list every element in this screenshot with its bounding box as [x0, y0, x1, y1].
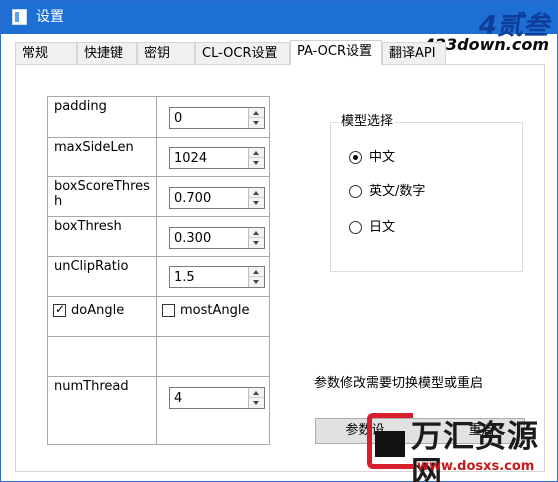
numthread-spinbox[interactable]: 4 — [169, 387, 265, 409]
arrow-up-icon — [253, 111, 259, 115]
spin-down-button[interactable] — [249, 198, 264, 208]
empty-cell — [156, 336, 270, 377]
param-label-cell: boxThresh — [47, 216, 157, 257]
radio-chinese[interactable] — [349, 151, 362, 164]
param-label-boxscorethresh: boxScoreThresh — [54, 179, 150, 209]
param-label-boxthresh: boxThresh — [54, 219, 122, 234]
watermark-dosxs: 万汇资源网 www.dosxs.com — [367, 413, 551, 482]
param-label-numthread: numThread — [54, 379, 129, 394]
spin-down-button[interactable] — [249, 277, 264, 287]
settings-window: 设置 4贰叁 423down.com 常规 快捷键 密钥 CL-OCR设置 PA… — [0, 0, 558, 482]
spin-down-button[interactable] — [249, 118, 264, 128]
numthread-value: 4 — [174, 391, 183, 406]
spin-up-button[interactable] — [249, 148, 264, 158]
arrow-down-icon — [253, 401, 259, 405]
tab-translate-api[interactable]: 翻译API — [382, 42, 446, 64]
unclipratio-spinbox[interactable]: 1.5 — [169, 266, 265, 288]
spin-up-button[interactable] — [249, 228, 264, 238]
radio-japanese[interactable] — [349, 221, 362, 234]
unclipratio-value: 1.5 — [174, 270, 195, 285]
doangle-label[interactable]: doAngle — [71, 303, 124, 318]
radio-japanese-label[interactable]: 日文 — [369, 220, 395, 235]
param-label-padding: padding — [54, 99, 107, 114]
boxscorethresh-value: 0.700 — [174, 191, 212, 206]
spin-up-button[interactable] — [249, 388, 264, 398]
param-label-cell: padding — [47, 96, 157, 138]
boxthresh-value: 0.300 — [174, 231, 212, 246]
spin-buttons — [248, 148, 264, 168]
spin-down-button[interactable] — [249, 158, 264, 168]
empty-cell — [47, 336, 157, 377]
mostangle-checkbox[interactable] — [162, 304, 175, 317]
mostangle-label[interactable]: mostAngle — [180, 303, 249, 318]
param-label-unclipratio: unClipRatio — [54, 259, 129, 274]
window-title: 设置 — [36, 9, 64, 25]
app-icon — [12, 9, 27, 25]
arrow-down-icon — [253, 121, 259, 125]
model-select-title: 模型选择 — [339, 114, 396, 129]
checkbox-cell: mostAngle — [156, 296, 270, 337]
watermark-url-text: www.dosxs.com — [417, 459, 535, 474]
spin-buttons — [248, 188, 264, 208]
spin-buttons — [248, 388, 264, 408]
spin-buttons — [248, 267, 264, 287]
param-label-cell: boxScoreThresh — [47, 176, 157, 217]
tab-hotkeys[interactable]: 快捷键 — [77, 42, 137, 64]
spin-down-button[interactable] — [249, 398, 264, 408]
arrow-down-icon — [253, 161, 259, 165]
maxsidelen-spinbox[interactable]: 1024 — [169, 147, 265, 169]
arrow-down-icon — [253, 280, 259, 284]
param-label-cell: numThread — [47, 376, 157, 445]
boxscorethresh-spinbox[interactable]: 0.700 — [169, 187, 265, 209]
tab-general[interactable]: 常规 — [15, 42, 77, 64]
param-label-cell: maxSideLen — [47, 137, 157, 177]
param-label-maxsidelen: maxSideLen — [54, 140, 134, 155]
arrow-down-icon — [253, 241, 259, 245]
spin-buttons — [248, 108, 264, 128]
padding-spinbox[interactable]: 0 — [169, 107, 265, 129]
doangle-checkbox[interactable] — [53, 302, 66, 317]
tab-keys[interactable]: 密钥 — [137, 42, 195, 64]
restart-note: 参数修改需要切换模型或重启 — [314, 376, 484, 391]
watermark-logo-text: 4贰叁 — [478, 11, 549, 41]
spin-up-button[interactable] — [249, 267, 264, 277]
tab-cl-ocr-settings[interactable]: CL-OCR设置 — [195, 42, 290, 64]
spin-down-button[interactable] — [249, 238, 264, 248]
radio-english-digits-label[interactable]: 英文/数字 — [369, 184, 425, 199]
maxsidelen-value: 1024 — [174, 151, 208, 166]
arrow-up-icon — [253, 191, 259, 195]
spin-up-button[interactable] — [249, 188, 264, 198]
spin-buttons — [248, 228, 264, 248]
arrow-down-icon — [253, 201, 259, 205]
radio-chinese-label[interactable]: 中文 — [369, 150, 395, 165]
arrow-up-icon — [253, 151, 259, 155]
watermark-black-block — [375, 431, 405, 457]
arrow-up-icon — [253, 270, 259, 274]
arrow-up-icon — [253, 231, 259, 235]
radio-english-digits[interactable] — [349, 185, 362, 198]
spin-up-button[interactable] — [249, 108, 264, 118]
checkbox-cell: doAngle — [47, 296, 157, 337]
param-label-cell: unClipRatio — [47, 256, 157, 297]
arrow-up-icon — [253, 391, 259, 395]
boxthresh-spinbox[interactable]: 0.300 — [169, 227, 265, 249]
tab-pa-ocr-settings[interactable]: PA-OCR设置 — [290, 40, 382, 65]
padding-value: 0 — [174, 111, 183, 126]
